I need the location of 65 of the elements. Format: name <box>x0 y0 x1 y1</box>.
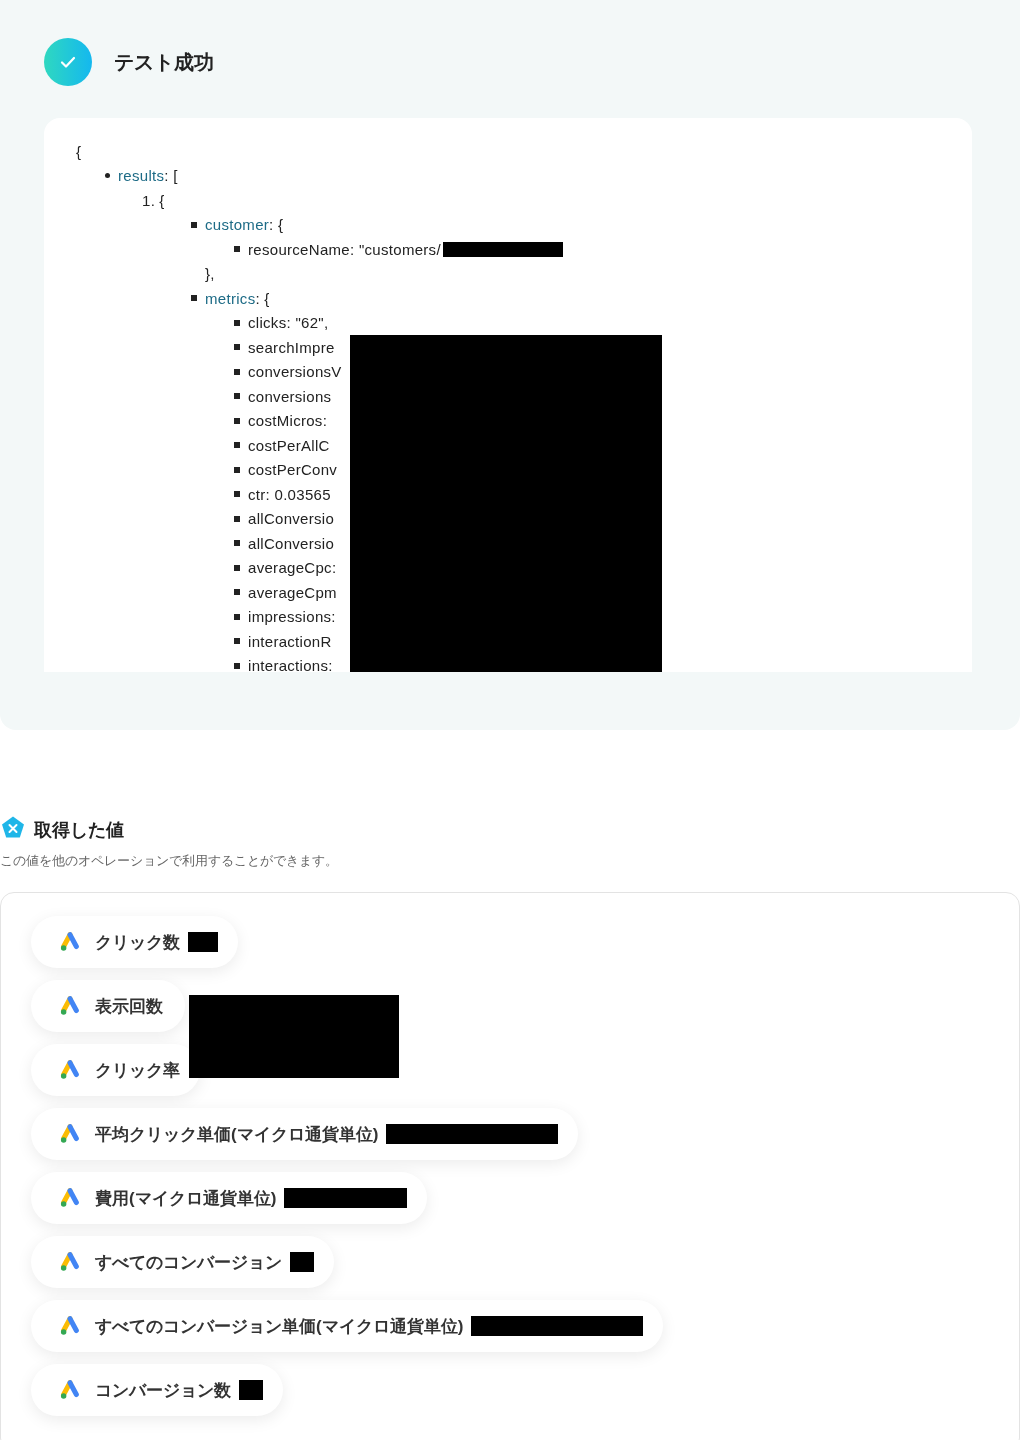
ads-logo-icon <box>59 932 81 952</box>
json-text: allConversio <box>248 510 335 528</box>
bullet-icon <box>234 589 240 596</box>
bullet-icon <box>234 540 240 547</box>
result-title: テスト成功 <box>114 49 214 75</box>
bullet-icon <box>191 295 197 302</box>
json-text: costPerAllC <box>248 436 330 454</box>
bullet-icon <box>234 638 240 645</box>
section-title: 取得した値 <box>34 819 124 842</box>
bullet-icon <box>234 246 240 253</box>
bullet-icon <box>191 221 197 228</box>
ads-logo-icon <box>59 996 81 1016</box>
json-text: }, <box>205 265 215 283</box>
value-chip[interactable]: 平均クリック単価(マイクロ通貨単位) <box>31 1108 579 1160</box>
value-chip[interactable]: コンバージョン数 <box>31 1364 283 1416</box>
ads-logo-icon <box>59 1124 81 1144</box>
ads-logo-icon <box>59 1316 81 1336</box>
json-text: interactions: <box>248 657 333 672</box>
bullet-icon <box>234 515 240 522</box>
json-text: resourceName: "customers/ <box>248 240 441 258</box>
redaction-block <box>188 932 218 952</box>
ads-logo-icon <box>59 1252 81 1272</box>
value-chip[interactable]: クリック率 <box>31 1044 200 1096</box>
ads-logo-icon <box>59 1380 81 1400</box>
description: この値を他のオペレーションで利用することができます。 <box>0 852 339 870</box>
json-text: ctr: 0.03565 <box>248 485 331 503</box>
value-chip[interactable]: すべてのコンバージョン <box>31 1236 334 1288</box>
bullet-icon <box>234 417 240 424</box>
json-text: allConversio <box>248 534 335 552</box>
bullet-icon <box>234 466 240 473</box>
json-text: : { <box>255 289 270 307</box>
redaction-block <box>290 1252 314 1272</box>
json-text: : [ <box>164 167 178 185</box>
bullet-icon <box>234 368 240 375</box>
bullet-icon <box>234 564 240 571</box>
json-text: costPerConv <box>248 461 338 479</box>
json-text: conversionsV <box>248 363 342 381</box>
json-text: { <box>76 142 82 160</box>
bullet-icon <box>234 491 240 498</box>
bullet-icon <box>234 613 240 620</box>
ads-logo-icon <box>59 1188 81 1208</box>
bullet-icon <box>234 344 240 351</box>
list-number: 1. <box>142 191 156 209</box>
json-text: costMicros: <box>248 412 328 430</box>
json-text: averageCpc: <box>248 559 337 577</box>
value-chip[interactable]: クリック数 <box>31 916 238 968</box>
bullet-icon <box>234 319 240 326</box>
json-text: searchImpre <box>248 338 335 356</box>
json-text: { <box>159 191 165 209</box>
value-chip[interactable]: すべてのコンバージョン単価(マイクロ通貨単位) <box>31 1300 664 1352</box>
bullet-icon <box>105 173 110 179</box>
json-text: impressions: <box>248 608 336 626</box>
json-key: metrics <box>205 289 256 307</box>
ads-logo-icon <box>59 1060 81 1080</box>
redaction-block <box>239 1380 263 1400</box>
json-text: : { <box>269 216 284 234</box>
value-chip[interactable]: 表示回数 <box>31 980 185 1032</box>
bullet-icon <box>234 662 240 669</box>
value-chip[interactable]: 費用(マイクロ通貨単位) <box>31 1172 428 1224</box>
json-text: clicks: "62", <box>248 314 329 332</box>
bullet-icon <box>234 393 240 400</box>
bullet-icon <box>234 442 240 449</box>
json-text: conversions <box>248 387 332 405</box>
json-text: interactionR <box>248 632 332 650</box>
json-text: averageCpm <box>248 583 337 601</box>
